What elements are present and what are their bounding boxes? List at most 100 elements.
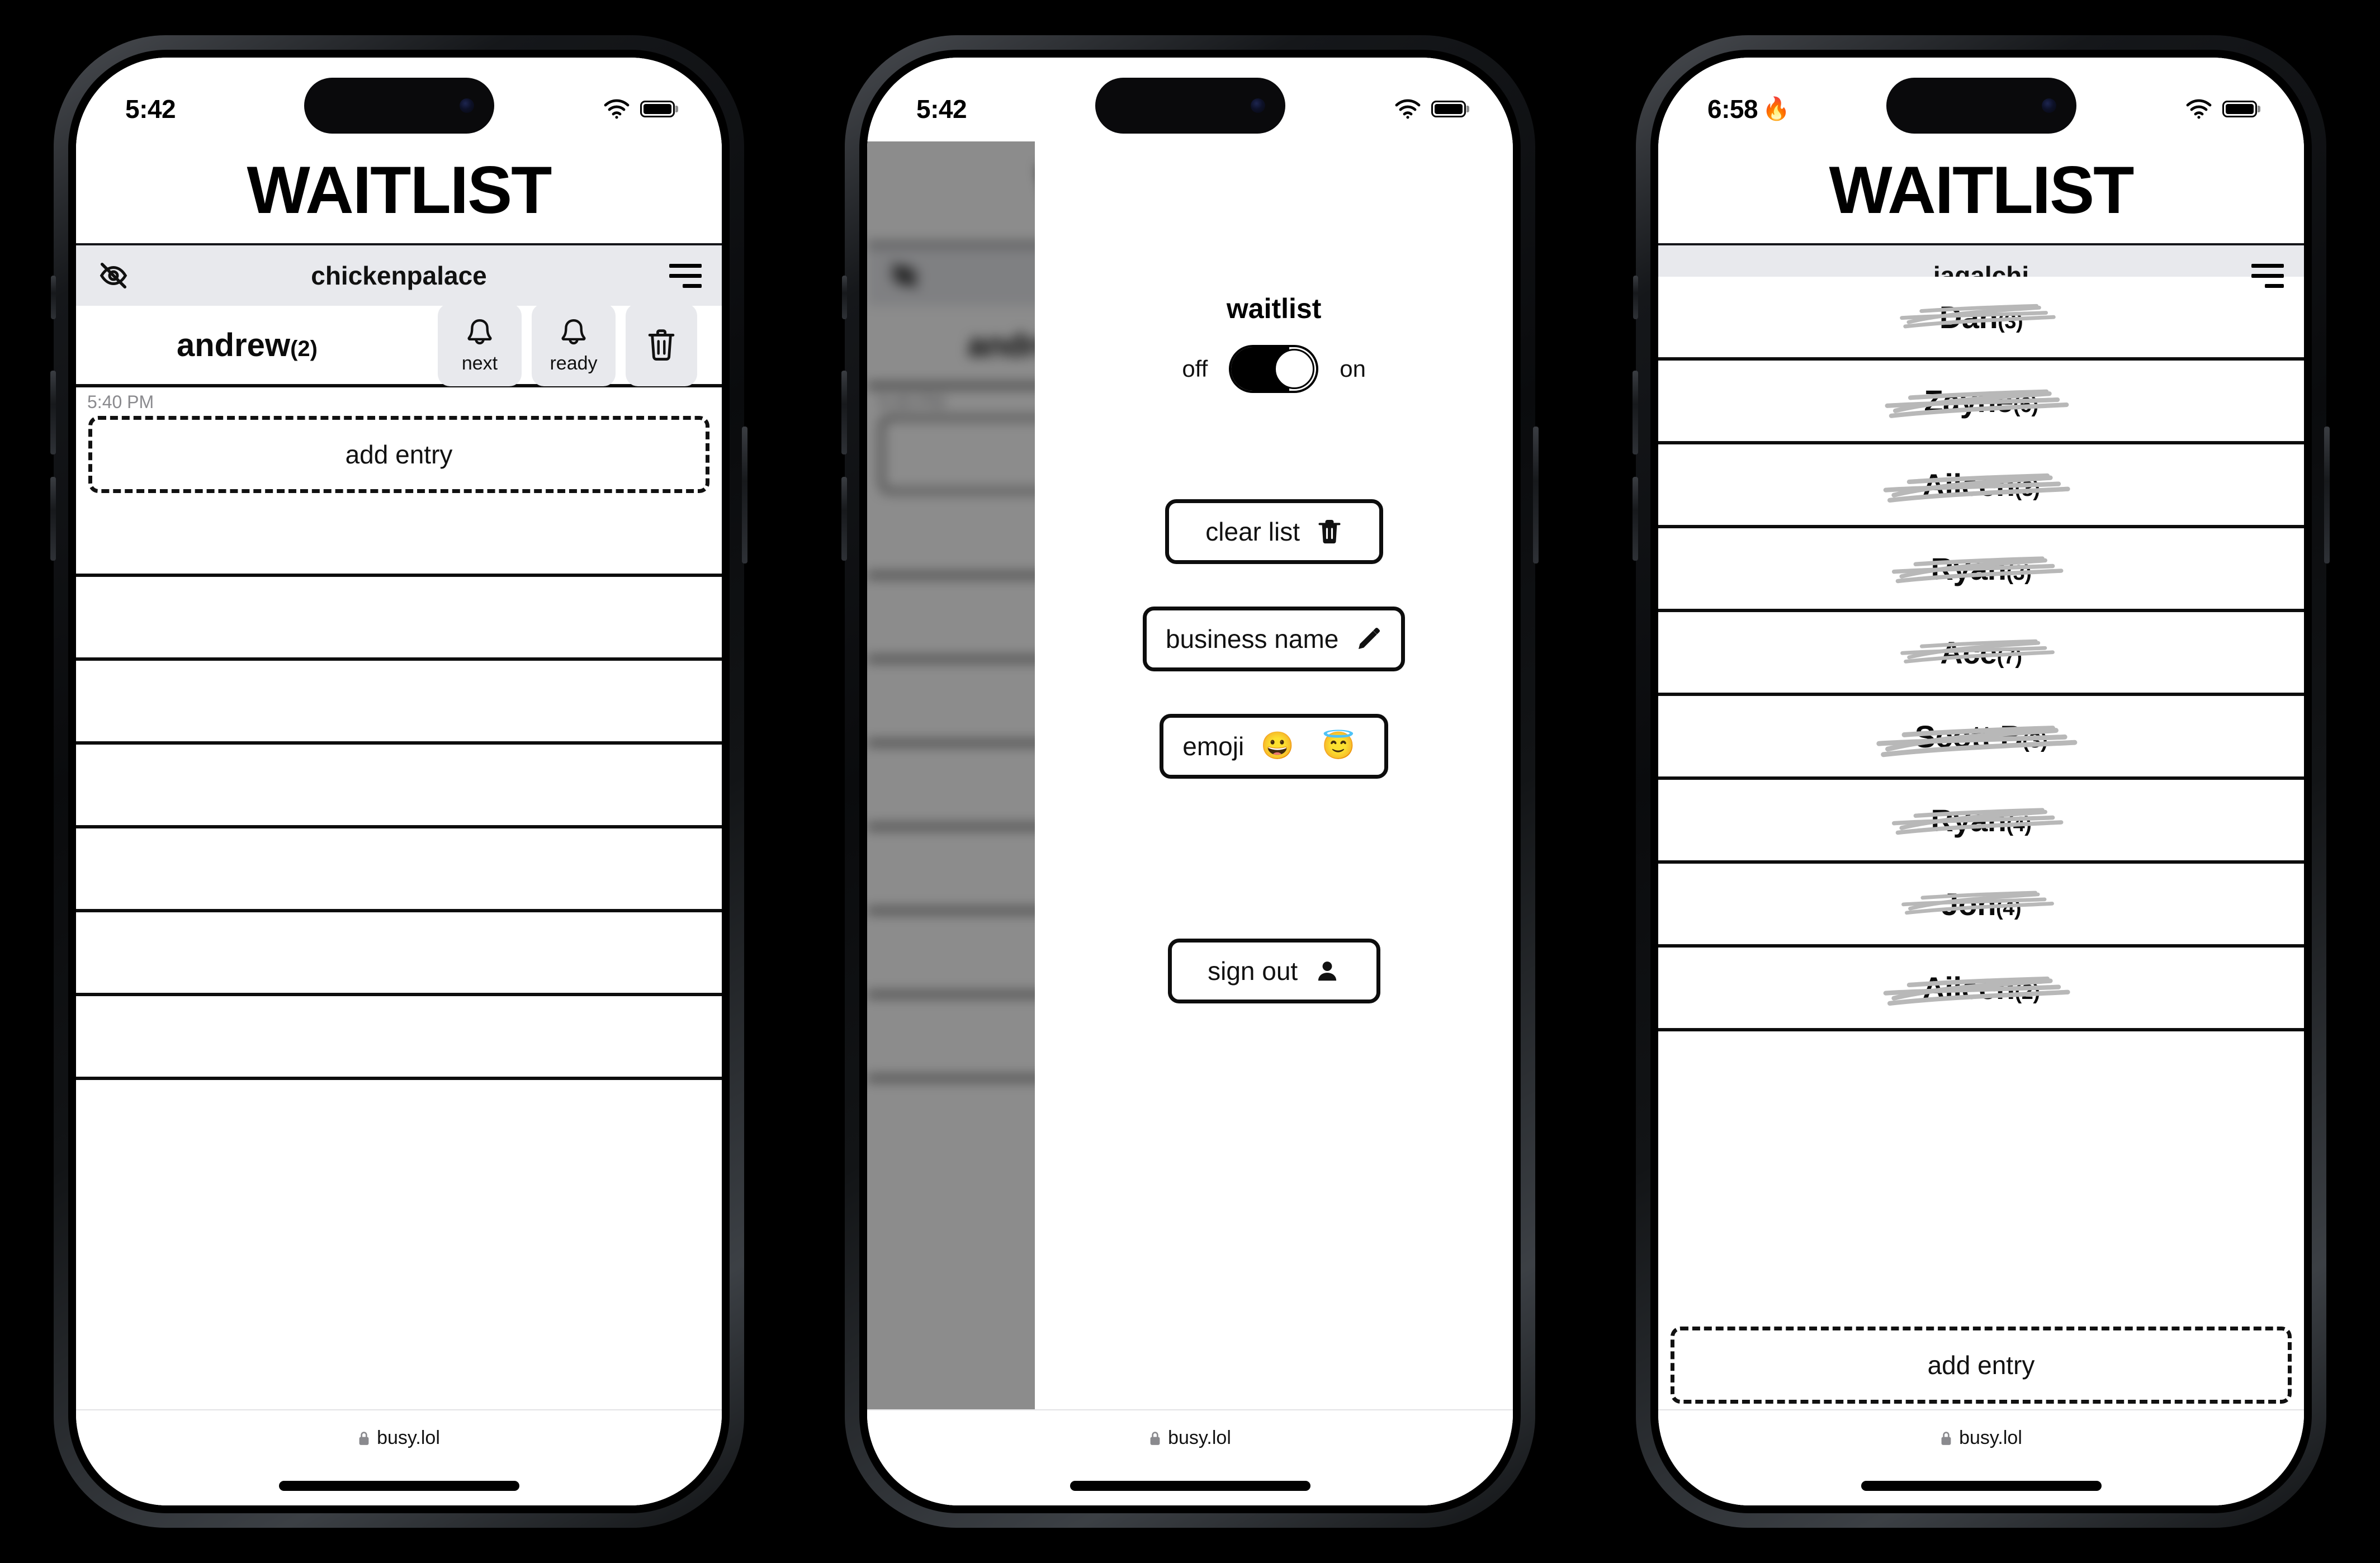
trash-icon <box>1318 520 1341 544</box>
entry-name-wrapper: Ryan(3) <box>1891 551 2064 587</box>
entry-name-wrapper: Ryan(4) <box>1891 802 2064 839</box>
business-name-button[interactable]: business name <box>1142 607 1406 671</box>
entry-name-wrapper: Dan(3) <box>1900 299 2056 335</box>
silent-switch[interactable] <box>1633 276 1638 319</box>
table-row[interactable]: Aileen(3) <box>1658 444 2304 528</box>
browser-footer-2: busy.lol <box>867 1409 1513 1505</box>
entry-name: Ryan(3) <box>1931 551 2032 586</box>
power-button[interactable] <box>1533 427 1539 563</box>
table-row[interactable]: Aileen(2) <box>1658 948 2304 1031</box>
volume-up-button[interactable] <box>1633 371 1638 454</box>
hamburger-menu-icon-3[interactable] <box>2251 263 2284 288</box>
add-entry-section-3: add entry <box>1658 1318 2304 1409</box>
volume-down-button[interactable] <box>1633 477 1638 561</box>
waitlist-app-1: 5:42 WAITLIST chickenpalace andrew(2) ne… <box>76 58 722 1505</box>
trash-icon <box>648 329 675 361</box>
next-button[interactable]: next <box>438 306 522 386</box>
dynamic-island-3 <box>1886 78 2076 134</box>
table-row-active[interactable]: andrew(2) next ready <box>76 306 722 387</box>
table-row[interactable] <box>76 661 722 745</box>
business-name-label: business name <box>1165 624 1339 653</box>
table-row[interactable] <box>76 912 722 996</box>
home-indicator-1[interactable] <box>278 1481 519 1491</box>
toggle-on-label: on <box>1340 356 1366 382</box>
entry-name: Jon(4) <box>1941 886 2022 922</box>
entry-name-wrapper: Aileen(2) <box>1884 970 2071 1006</box>
entry-name-wrapper: Ace(7) <box>1900 634 2055 671</box>
clear-list-label: clear list <box>1205 517 1300 546</box>
table-row[interactable] <box>76 745 722 828</box>
status-time-text: 5:42 <box>916 94 967 124</box>
waitlist-app-2: 5:42 andrew 5:40 PM waitlist off on clea… <box>867 58 1513 1505</box>
waitlist-toggle[interactable] <box>1229 345 1319 393</box>
entry-name: Aileen(3) <box>1922 467 2040 503</box>
status-time-2: 5:42 <box>916 94 971 124</box>
app-body-1: WAITLIST chickenpalace andrew(2) next re… <box>76 141 722 1409</box>
browser-footer-3: busy.lol <box>1658 1409 2304 1505</box>
bell-icon <box>561 319 586 345</box>
table-row[interactable]: Dan(3) <box>1658 277 2304 361</box>
app-wordmark-3: WAITLIST <box>1658 141 2304 243</box>
sign-out-button[interactable]: sign out <box>1167 939 1380 1003</box>
home-indicator-3[interactable] <box>1861 1481 2102 1491</box>
silent-switch[interactable] <box>51 276 56 319</box>
status-time-1: 5:42 <box>125 94 180 124</box>
volume-up-button[interactable] <box>50 371 56 454</box>
site-url-3[interactable]: busy.lol <box>1940 1427 2022 1449</box>
table-row[interactable] <box>76 828 722 912</box>
status-icons-3 <box>2185 99 2257 119</box>
dynamic-island-2 <box>1095 78 1285 134</box>
pencil-icon <box>1359 627 1380 649</box>
site-url-2[interactable]: busy.lol <box>1149 1427 1231 1449</box>
hamburger-menu-icon-1[interactable] <box>669 263 702 288</box>
waitlist-toggle-row: off on <box>1182 345 1366 393</box>
phone-device-3: 6:58 🔥 WAITLIST jagalchi Dan(3) Zayne(6)… <box>1633 35 2330 1528</box>
table-row[interactable]: Jon(4) <box>1658 864 2304 948</box>
site-url-1[interactable]: busy.lol <box>358 1427 440 1449</box>
bell-icon <box>467 319 492 345</box>
entry-name: Ace(7) <box>1940 634 2022 670</box>
delete-entry-button[interactable] <box>626 306 697 386</box>
table-row[interactable]: Zayne(6) <box>1658 361 2304 444</box>
table-row[interactable]: Scott B(3) <box>1658 696 2304 780</box>
volume-down-button[interactable] <box>841 477 847 561</box>
volume-down-button[interactable] <box>50 477 56 561</box>
settings-drawer: waitlist off on clear list business name… <box>1035 141 1513 1409</box>
table-row[interactable]: Ryan(4) <box>1658 780 2304 864</box>
dynamic-island-1 <box>304 78 494 134</box>
home-indicator-2[interactable] <box>1070 1481 1310 1491</box>
drawer-title: waitlist <box>1226 293 1322 324</box>
app-body-2: WAITLIST chickenpalace <box>867 141 1513 1409</box>
add-entry-button-3[interactable]: add entry <box>1671 1327 2292 1404</box>
table-row[interactable]: Ace(7) <box>1658 612 2304 696</box>
waitlist-list-1[interactable]: andrew(2) next ready 5:40 PM add entry <box>76 306 722 1409</box>
next-label: next <box>461 353 498 374</box>
status-time-text: 6:58 <box>1707 94 1758 124</box>
status-icons-1 <box>603 99 675 119</box>
phone-bezel-2: 5:42 andrew 5:40 PM waitlist off on clea… <box>859 50 1521 1513</box>
phone-screen-3: 6:58 🔥 WAITLIST jagalchi Dan(3) Zayne(6)… <box>1658 58 2304 1505</box>
app-wordmark-1: WAITLIST <box>76 141 722 243</box>
emoji-button[interactable]: emoji 😀 😇 <box>1160 714 1389 779</box>
waitlist-list-3[interactable]: Dan(3) Zayne(6) Aileen(3) Ryan(3) Ace(7) Scot… <box>1658 277 2304 1318</box>
table-row[interactable] <box>76 577 722 661</box>
table-row[interactable] <box>76 996 722 1080</box>
power-button[interactable] <box>742 427 747 563</box>
entry-name-wrapper: Jon(4) <box>1901 886 2054 922</box>
flame-icon: 🔥 <box>1762 97 1790 121</box>
eye-off-icon[interactable] <box>96 258 131 293</box>
lock-icon <box>359 1431 369 1445</box>
table-row[interactable] <box>76 493 722 577</box>
silent-switch[interactable] <box>842 276 847 319</box>
add-entry-button-1[interactable]: add entry <box>88 416 709 493</box>
wifi-icon <box>2186 99 2212 119</box>
ready-button[interactable]: ready <box>532 306 616 386</box>
table-row[interactable]: Ryan(3) <box>1658 528 2304 612</box>
power-button[interactable] <box>2324 427 2330 563</box>
toggle-off-label: off <box>1182 356 1208 382</box>
entry-actions: next ready <box>438 306 697 386</box>
person-icon <box>1318 962 1337 981</box>
clear-list-button[interactable]: clear list <box>1165 499 1383 564</box>
volume-up-button[interactable] <box>841 371 847 454</box>
phone-device-1: 5:42 WAITLIST chickenpalace andrew(2) ne… <box>50 35 747 1528</box>
